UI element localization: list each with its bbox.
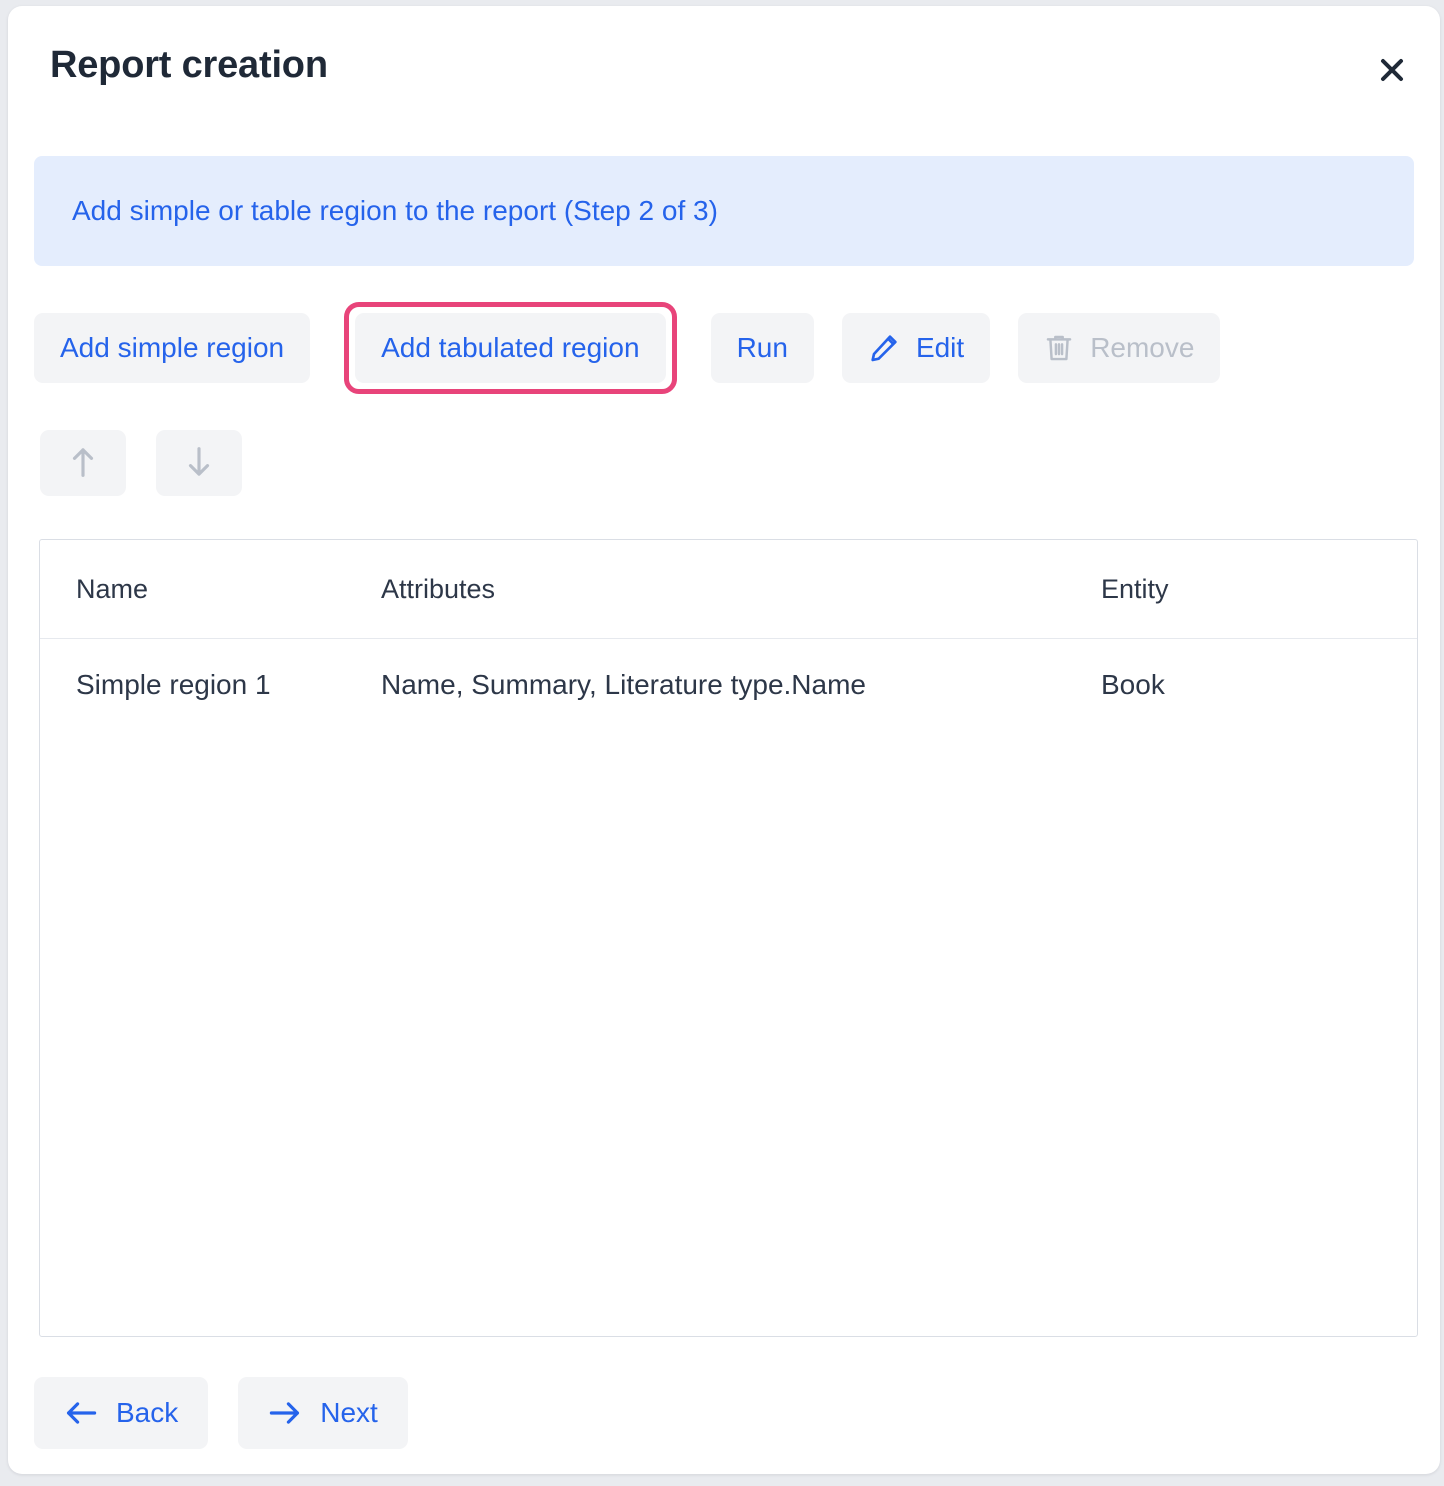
arrow-down-icon (184, 445, 214, 482)
arrow-right-icon (268, 1400, 302, 1426)
close-icon[interactable] (1372, 50, 1412, 90)
move-up-button[interactable] (40, 430, 126, 496)
page-title: Report creation (50, 44, 328, 86)
dialog-header: Report creation (8, 6, 1440, 128)
cell-name: Simple region 1 (76, 669, 271, 700)
cell-entity: Book (1101, 669, 1165, 700)
remove-button-label: Remove (1090, 332, 1195, 363)
back-button[interactable]: Back (34, 1377, 209, 1449)
arrow-up-icon (68, 445, 98, 482)
trash-icon (1044, 332, 1074, 364)
table-header-row: Name Attributes Entity (40, 540, 1417, 639)
add-simple-region-button[interactable]: Add simple region (34, 313, 311, 383)
regions-table-body: Simple region 1 Name, Summary, Literatur… (40, 639, 1417, 732)
column-header-attributes[interactable]: Attributes (345, 540, 1065, 639)
step-info-banner: Add simple or table region to the report… (34, 156, 1414, 266)
table-row[interactable]: Simple region 1 Name, Summary, Literatur… (40, 639, 1417, 732)
region-action-toolbar: Add simple region Add tabulated region R… (34, 302, 1221, 394)
edit-button-label: Edit (915, 332, 965, 363)
reorder-toolbar (40, 430, 242, 496)
wizard-footer: Back Next (34, 1377, 408, 1449)
next-button[interactable]: Next (238, 1377, 408, 1449)
remove-button[interactable]: Remove (1018, 313, 1221, 383)
add-tabulated-region-button[interactable]: Add tabulated region (355, 313, 666, 383)
arrow-left-icon (64, 1400, 98, 1426)
pencil-icon (868, 332, 900, 364)
cell-attributes: Name, Summary, Literature type.Name (381, 669, 866, 700)
back-button-label: Back (116, 1397, 179, 1428)
column-header-entity[interactable]: Entity (1065, 540, 1417, 639)
add-tabulated-region-highlight: Add tabulated region (344, 302, 677, 394)
regions-table: Name Attributes Entity Simple region 1 N… (40, 540, 1417, 731)
next-button-label: Next (320, 1397, 378, 1428)
run-button[interactable]: Run (710, 313, 814, 383)
step-info-text: Add simple or table region to the report… (72, 195, 718, 226)
regions-table-container: Name Attributes Entity Simple region 1 N… (39, 539, 1418, 1337)
column-header-name[interactable]: Name (40, 540, 345, 639)
edit-button[interactable]: Edit (841, 313, 991, 383)
move-down-button[interactable] (156, 430, 242, 496)
regions-table-head: Name Attributes Entity (40, 540, 1417, 639)
report-creation-dialog: Report creation Add simple or table regi… (8, 6, 1440, 1474)
